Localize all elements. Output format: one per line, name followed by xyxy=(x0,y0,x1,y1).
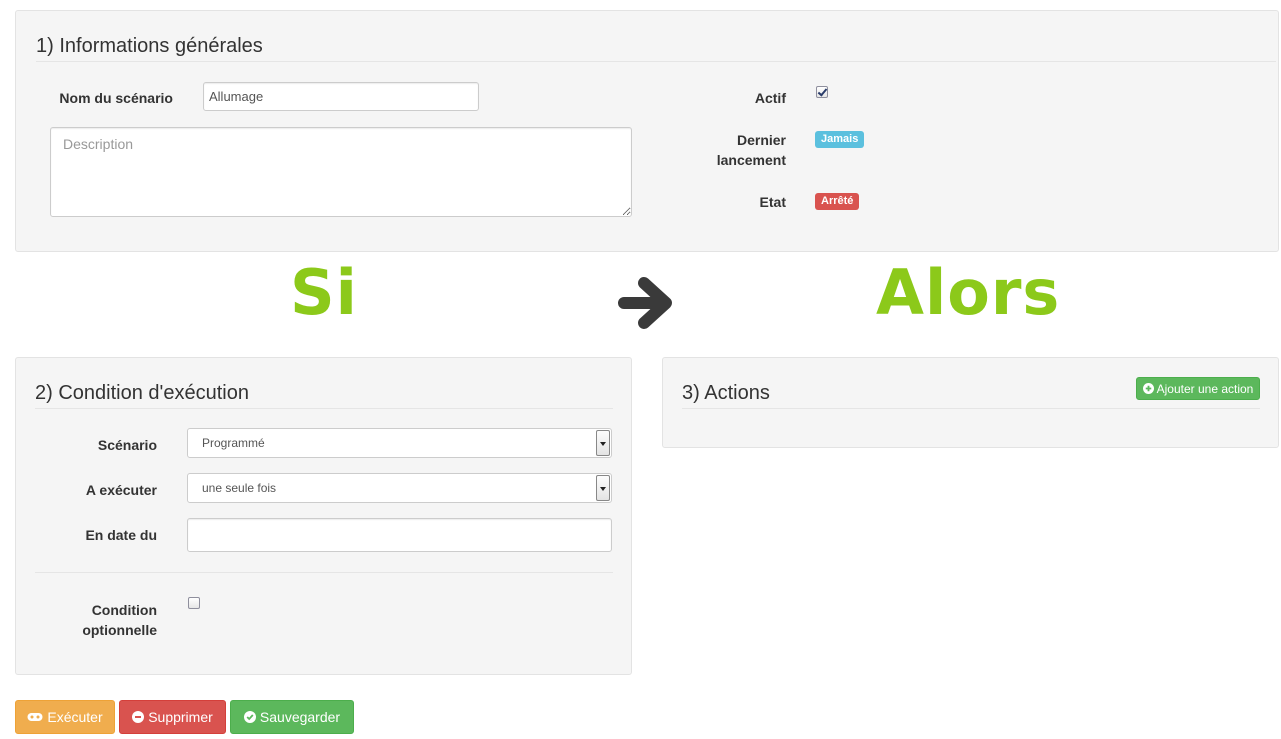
state-badge: Arrêté xyxy=(815,193,860,210)
active-label: Actif xyxy=(754,90,786,106)
delete-button[interactable]: Supprimer xyxy=(119,700,226,734)
execute-mode-select[interactable]: une seule fois xyxy=(187,473,612,503)
scenario-name-input[interactable] xyxy=(203,82,479,111)
general-info-title: 1) Informations générales xyxy=(36,35,1276,62)
actions-panel: 3) Actions Ajouter une action xyxy=(662,357,1279,448)
condition-divider xyxy=(35,572,613,573)
description-textarea[interactable] xyxy=(50,127,632,217)
optional-condition-checkbox[interactable] xyxy=(188,597,200,609)
arrow-right-icon xyxy=(618,277,672,329)
optional-condition-label-line2: optionnelle xyxy=(82,622,157,638)
then-heading: Alors xyxy=(876,256,1061,329)
add-action-button[interactable]: Ajouter une action xyxy=(1136,377,1260,400)
condition-panel: 2) Condition d'exécution Scénario Progra… xyxy=(15,357,632,675)
scenario-name-label: Nom du scénario xyxy=(59,90,173,106)
state-label: Etat xyxy=(759,194,786,210)
scenario-type-value: Programmé xyxy=(202,436,265,450)
delete-label: Supprimer xyxy=(148,709,213,725)
date-label: En date du xyxy=(85,527,157,543)
execute-mode-label: A exécuter xyxy=(85,482,157,498)
optional-condition-label: Condition optionnelle xyxy=(46,600,157,640)
last-run-label-line2: lancement xyxy=(716,152,786,168)
scenario-type-label: Scénario xyxy=(97,437,157,453)
save-label: Sauvegarder xyxy=(259,709,341,725)
execute-label: Exécuter xyxy=(47,709,103,725)
execute-button[interactable]: Exécuter xyxy=(15,700,115,734)
general-info-panel: 1) Informations générales Nom du scénari… xyxy=(15,10,1279,252)
active-checkbox[interactable] xyxy=(816,86,828,98)
if-heading: Si xyxy=(290,256,358,329)
execute-mode-value: une seule fois xyxy=(202,481,277,495)
chevron-down-icon[interactable] xyxy=(596,430,610,456)
last-run-badge: Jamais xyxy=(815,131,865,148)
save-button[interactable]: Sauvegarder xyxy=(230,700,354,734)
date-input[interactable] xyxy=(187,518,612,552)
optional-condition-label-line1: Condition xyxy=(91,602,157,618)
chevron-down-icon[interactable] xyxy=(596,475,610,501)
last-run-label: Dernier lancement xyxy=(656,130,786,170)
add-action-label: Ajouter une action xyxy=(1156,381,1254,396)
gamepad-icon xyxy=(27,713,43,721)
condition-title: 2) Condition d'exécution xyxy=(35,382,613,409)
last-run-label-line1: Dernier xyxy=(736,132,786,148)
plus-circle-icon xyxy=(1142,383,1154,394)
check-circle-icon xyxy=(243,711,256,723)
scenario-type-select[interactable]: Programmé xyxy=(187,428,612,458)
minus-circle-icon xyxy=(132,711,145,723)
